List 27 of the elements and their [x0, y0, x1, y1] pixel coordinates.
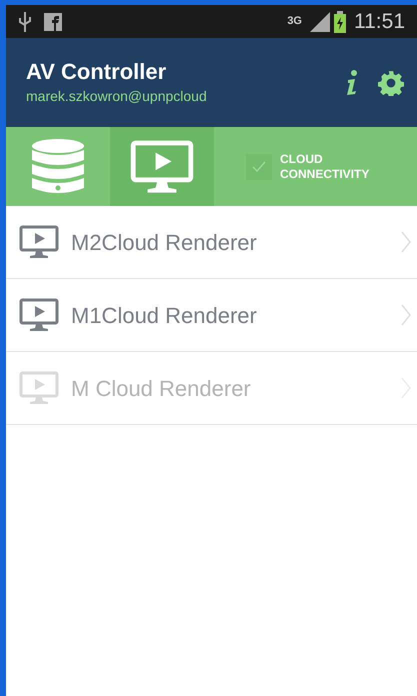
settings-icon [378, 70, 404, 96]
monitor-play-icon [19, 298, 59, 332]
account-email: marek.szkowron@upnpcloud [26, 86, 208, 106]
info-icon [345, 70, 359, 96]
usb-icon [18, 12, 32, 32]
chevron-right-icon [401, 231, 411, 253]
database-icon [31, 138, 85, 196]
renderer-row[interactable]: M1Cloud Renderer [6, 279, 417, 352]
chevron-right-icon [401, 304, 411, 326]
app-title: AV Controller [26, 58, 168, 86]
cloud-checkbox[interactable] [246, 154, 272, 180]
renderer-name: M2Cloud Renderer [71, 228, 258, 256]
network-type: 3G [287, 16, 302, 27]
renderer-row[interactable]: M2Cloud Renderer [6, 206, 417, 279]
tab[interactable] [110, 127, 214, 206]
cloud-connectivity-label: CLOUD CONNECTIVITY [280, 152, 370, 182]
social-app-icon [44, 12, 62, 30]
clock: 11:51 [354, 8, 405, 35]
settings-button[interactable] [377, 68, 405, 96]
monitor-play-icon [19, 371, 59, 405]
renderer-name: M Cloud Renderer [71, 374, 252, 402]
renderer-name: M1Cloud Renderer [71, 302, 258, 330]
monitor-play-icon [130, 138, 194, 194]
battery-charging-icon [334, 10, 346, 32]
check-icon [252, 160, 266, 172]
signal-icon [310, 12, 330, 32]
monitor-play-icon [19, 225, 59, 259]
